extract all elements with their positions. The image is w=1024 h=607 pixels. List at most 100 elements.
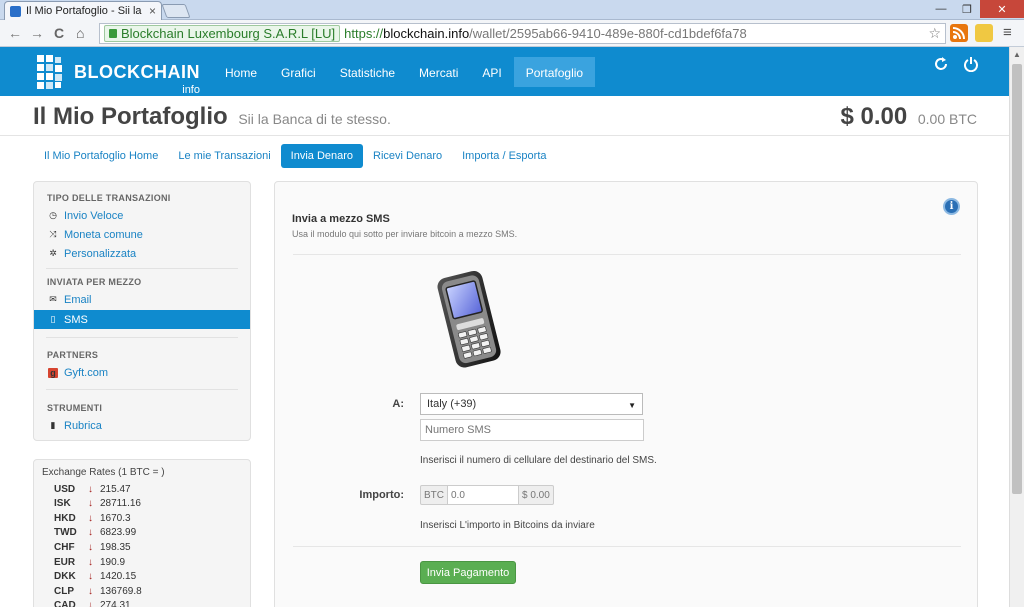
tab-transactions[interactable]: Le mie Transazioni xyxy=(168,144,280,168)
home-icon[interactable]: ⌂ xyxy=(76,25,84,41)
address-bar[interactable]: Blockchain Luxembourg S.A.R.L [LU] https… xyxy=(99,23,946,44)
rate-value: 1670.3 xyxy=(100,512,131,524)
sidebar-item-quick-send[interactable]: ◷ Invio Veloce xyxy=(34,206,250,225)
page-scrollbar[interactable]: ▲ xyxy=(1009,47,1024,607)
sms-help-text: Inserisci il numero di cellulare del des… xyxy=(420,455,657,466)
currency-code: CAD xyxy=(54,600,76,607)
exchange-rates-title: Exchange Rates (1 BTC = ) xyxy=(42,467,165,478)
sms-number-input[interactable] xyxy=(420,419,644,441)
tab-wallet-home[interactable]: Il Mio Portafoglio Home xyxy=(34,144,168,168)
exchange-rate-row: EUR ↓ 190.9 xyxy=(54,555,125,569)
country-code-select[interactable]: Italy (+39) ▼ xyxy=(420,393,643,415)
mobile-phone-icon: ▯ xyxy=(50,314,56,324)
rate-value: 198.35 xyxy=(100,541,131,553)
arrow-down-icon: ↓ xyxy=(88,571,93,583)
sidebar-item-label: Email xyxy=(64,293,92,306)
divider xyxy=(293,546,961,547)
sidebar-item-label: SMS xyxy=(64,313,88,326)
balance-btc: 0.00 BTC xyxy=(917,111,977,127)
arrow-down-icon: ↓ xyxy=(88,556,93,568)
panel-description: Usa il modulo qui sotto per inviare bitc… xyxy=(292,229,518,239)
new-tab-button[interactable] xyxy=(161,4,191,18)
browser-tabbar: Il Mio Portafoglio - Sii la B × — ❐ ✕ xyxy=(0,0,1024,20)
sidebar-item-address-book[interactable]: ▮ Rubrica xyxy=(34,416,250,435)
wallet-balance[interactable]: $ 0.00 0.00 BTC xyxy=(840,103,977,131)
tab-close-icon[interactable]: × xyxy=(149,4,156,18)
menu-grafici[interactable]: Grafici xyxy=(269,57,328,87)
tab-import-export[interactable]: Importa / Esporta xyxy=(452,144,556,168)
menu-portafoglio[interactable]: Portafoglio xyxy=(513,57,596,87)
tab-title: Il Mio Portafoglio - Sii la B xyxy=(26,5,145,17)
exchange-rate-row: USD ↓ 215.47 xyxy=(54,482,131,496)
window-controls: — ❐ ✕ xyxy=(928,0,1024,18)
exchange-rate-row: DKK ↓ 1420.15 xyxy=(54,570,136,584)
menu-icon[interactable]: ≡ xyxy=(1003,24,1012,41)
ev-certificate-name: Blockchain Luxembourg S.A.R.L [LU] xyxy=(121,26,336,41)
gyft-icon: g xyxy=(48,367,58,378)
minimize-button[interactable]: — xyxy=(928,0,954,18)
close-window-button[interactable]: ✕ xyxy=(980,0,1024,18)
tab-receive-money[interactable]: Ricevi Denaro xyxy=(363,144,452,168)
browser-tab[interactable]: Il Mio Portafoglio - Sii la B × xyxy=(4,1,162,20)
sidebar-item-shared-coin[interactable]: ⤨ Moneta comune xyxy=(34,225,250,244)
arrow-down-icon: ↓ xyxy=(88,541,93,553)
logo-text: BLOCKCHAIN info xyxy=(74,63,200,96)
bookmark-star-icon[interactable]: ☆ xyxy=(928,25,941,42)
currency-code: TWD xyxy=(54,527,77,539)
logout-power-icon[interactable] xyxy=(963,56,979,72)
divider xyxy=(46,268,238,269)
info-icon[interactable]: i xyxy=(943,198,960,215)
scrollbar-thumb[interactable] xyxy=(1012,64,1022,494)
lock-icon xyxy=(109,29,117,38)
reload-icon[interactable]: C xyxy=(54,25,64,41)
currency-code: USD xyxy=(54,483,76,495)
section-transaction-type: TIPO DELLE TRANSAZIONI xyxy=(47,193,171,203)
menu-mercati[interactable]: Mercati xyxy=(407,57,470,87)
rate-value: 6823.99 xyxy=(100,527,137,539)
divider xyxy=(293,254,961,255)
menu-home[interactable]: Home xyxy=(213,57,269,87)
sidebar-item-sms[interactable]: ▯ SMS xyxy=(34,310,250,329)
menu-api[interactable]: API xyxy=(470,57,513,87)
recipient-label: A: xyxy=(392,398,404,410)
gear-icon: ✲ xyxy=(49,248,57,258)
page-title: Il Mio Portafoglio Sii la Banca di te st… xyxy=(33,103,391,131)
amount-input[interactable] xyxy=(448,485,518,505)
ev-certificate-badge[interactable]: Blockchain Luxembourg S.A.R.L [LU] xyxy=(104,25,341,42)
menu-statistiche[interactable]: Statistiche xyxy=(328,57,407,87)
send-payment-button[interactable]: Invia Pagamento xyxy=(420,561,516,584)
refresh-icon[interactable] xyxy=(933,56,949,72)
back-icon[interactable]: ← xyxy=(8,25,22,41)
scroll-up-icon[interactable]: ▲ xyxy=(1010,47,1024,63)
blockchain-logo[interactable]: BLOCKCHAIN info xyxy=(34,53,200,96)
tab-send-money[interactable]: Invia Denaro xyxy=(280,144,364,168)
exchange-rate-row: CHF ↓ 198.35 xyxy=(54,540,131,554)
arrow-down-icon: ↓ xyxy=(88,527,93,539)
forward-icon[interactable]: → xyxy=(30,25,44,41)
arrow-down-icon: ↓ xyxy=(88,585,93,597)
sidebar-item-label: Personalizzata xyxy=(64,247,137,260)
section-partners: PARTNERS xyxy=(47,350,99,360)
fiat-addon: $ 0.00 xyxy=(518,485,554,505)
exchange-rate-row: ISK ↓ 28711.16 xyxy=(54,497,141,511)
url-scheme: https:// xyxy=(344,26,384,41)
sidebar-item-custom[interactable]: ✲ Personalizzata xyxy=(34,244,250,263)
currency-code: EUR xyxy=(54,556,76,568)
exchange-rate-row: TWD ↓ 6823.99 xyxy=(54,526,136,540)
sidebar-item-email[interactable]: ✉ Email xyxy=(34,290,250,309)
section-sent-via: INVIATA PER MEZZO xyxy=(47,277,142,287)
favicon-icon xyxy=(10,5,21,17)
url-host: blockchain.info xyxy=(383,26,470,41)
rate-value: 274.31 xyxy=(100,600,131,607)
rss-extension-icon[interactable] xyxy=(950,24,968,42)
maximize-button[interactable]: ❐ xyxy=(954,0,980,18)
page-title-text: Il Mio Portafoglio xyxy=(33,103,228,130)
extension-icon[interactable] xyxy=(975,24,993,42)
divider xyxy=(46,337,238,338)
arrow-down-icon: ↓ xyxy=(88,483,93,495)
sidebar-item-label: Invio Veloce xyxy=(64,209,124,222)
rate-value: 136769.8 xyxy=(100,585,142,597)
mobile-phone-illustration-icon xyxy=(437,270,501,368)
currency-code: ISK xyxy=(54,498,71,510)
sidebar-item-gyft[interactable]: g Gyft.com xyxy=(34,363,250,382)
